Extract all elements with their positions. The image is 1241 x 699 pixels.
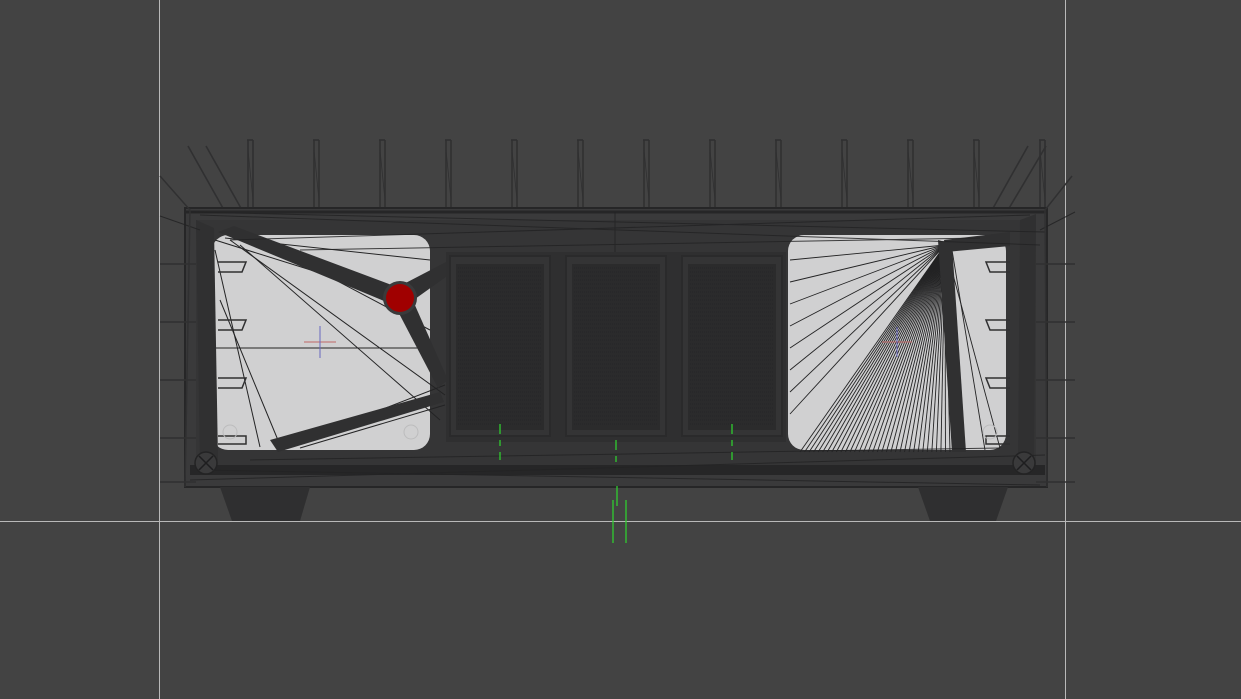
right-panel[interactable]	[788, 214, 1036, 466]
top-fin-outer[interactable]	[187, 145, 225, 211]
top-fin[interactable]	[775, 139, 782, 210]
top-fin[interactable]	[511, 139, 518, 210]
right-post	[1018, 214, 1036, 466]
speaker-grille[interactable]	[681, 255, 783, 437]
top-fin[interactable]	[313, 139, 320, 210]
top-fin[interactable]	[973, 139, 980, 210]
top-fin-outer[interactable]	[205, 145, 243, 211]
foot-left[interactable]	[220, 487, 310, 521]
top-fin-outer[interactable]	[991, 145, 1029, 211]
top-fin[interactable]	[841, 139, 848, 210]
speaker-grilles[interactable]	[449, 255, 783, 437]
top-fin[interactable]	[709, 139, 716, 210]
speaker-grille[interactable]	[449, 255, 551, 437]
top-fin[interactable]	[379, 139, 386, 210]
3d-viewport[interactable]	[0, 0, 1241, 699]
top-fin[interactable]	[247, 139, 254, 210]
screw-bottom-right[interactable]	[1012, 451, 1036, 475]
top-fin[interactable]	[445, 139, 452, 210]
viewport-canvas[interactable]	[0, 0, 1241, 699]
foot-right[interactable]	[918, 487, 1008, 521]
selected-vertex-dot[interactable]	[386, 284, 414, 312]
top-fins[interactable]	[187, 139, 1047, 211]
screw-bottom-left[interactable]	[194, 451, 218, 475]
speaker-grille[interactable]	[565, 255, 667, 437]
top-fin[interactable]	[907, 139, 914, 210]
top-fin[interactable]	[577, 139, 584, 210]
left-panel[interactable]	[196, 220, 450, 466]
top-fin[interactable]	[643, 139, 650, 210]
